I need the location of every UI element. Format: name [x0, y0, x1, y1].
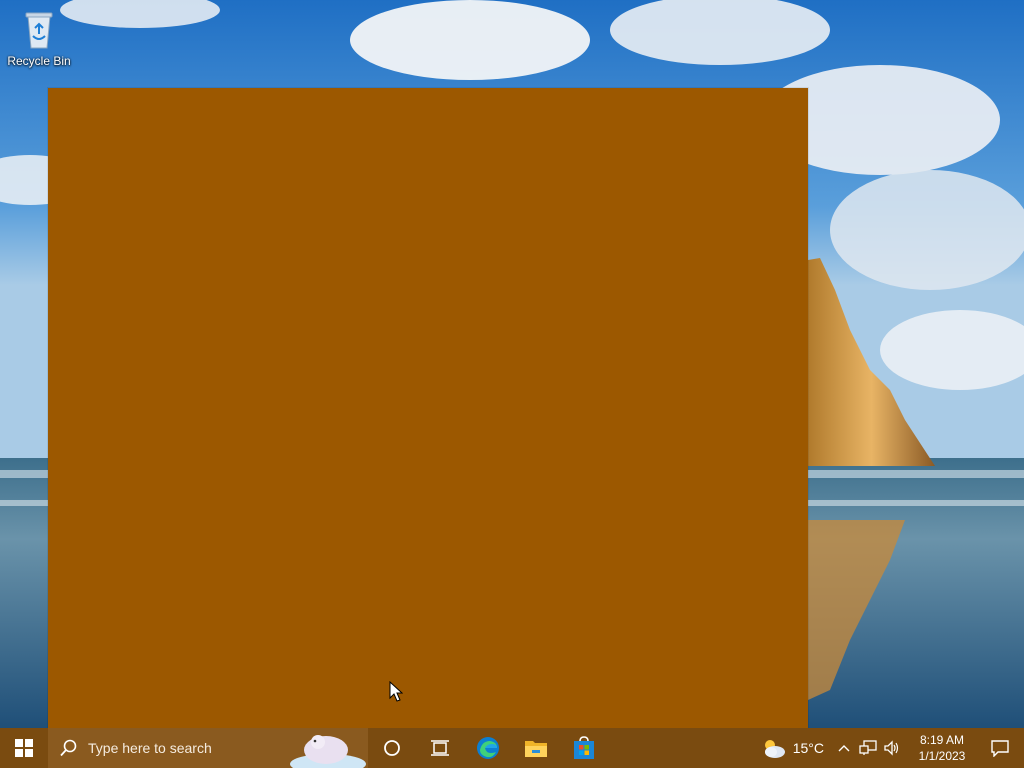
clock-date: 1/1/2023	[918, 749, 966, 763]
volume-button[interactable]	[880, 728, 904, 768]
weather-temperature: 15°C	[792, 740, 824, 756]
edge-icon	[477, 737, 499, 759]
notification-icon	[991, 740, 1009, 757]
volume-icon	[884, 740, 899, 756]
desktop-icon-label: Recycle Bin	[7, 54, 71, 68]
system-tray: 15°C 8:19 AM 1/1/2023	[751, 728, 1024, 768]
taskbar: Type here to search 15°C 8:19 AM 1/1/202…	[0, 728, 1024, 768]
file-explorer-icon	[525, 741, 547, 757]
app-window[interactable]	[48, 88, 808, 728]
start-button[interactable]	[0, 728, 48, 768]
taskbar-file-explorer-button[interactable]	[512, 728, 560, 768]
taskbar-search-box[interactable]: Type here to search	[48, 728, 368, 768]
weather-widget[interactable]: 15°C	[751, 736, 832, 760]
cortana-icon	[384, 740, 400, 756]
taskbar-task-view-button[interactable]	[416, 728, 464, 768]
clock[interactable]: 8:19 AM 1/1/2023	[908, 732, 976, 764]
taskbar-edge-button[interactable]	[464, 728, 512, 768]
taskbar-cortana-button[interactable]	[368, 728, 416, 768]
mouse-cursor-icon	[389, 681, 403, 702]
task-view-icon	[431, 740, 449, 756]
taskbar-store-button[interactable]	[560, 728, 608, 768]
recycle-bin-icon	[25, 12, 53, 49]
windows-logo-icon	[15, 739, 33, 757]
partly-cloudy-icon	[764, 740, 785, 758]
show-hidden-icons-button[interactable]	[832, 728, 856, 768]
desktop-icon-recycle-bin[interactable]: Recycle Bin	[4, 8, 74, 76]
clock-time: 8:19 AM	[919, 733, 965, 747]
search-highlight-icon	[290, 735, 366, 768]
search-icon	[60, 739, 77, 757]
search-placeholder: Type here to search	[88, 740, 212, 756]
notification-center-button[interactable]	[976, 728, 1024, 768]
chevron-up-icon	[838, 745, 850, 752]
network-icon	[859, 740, 877, 755]
network-button[interactable]	[856, 728, 880, 768]
store-icon	[574, 736, 594, 759]
